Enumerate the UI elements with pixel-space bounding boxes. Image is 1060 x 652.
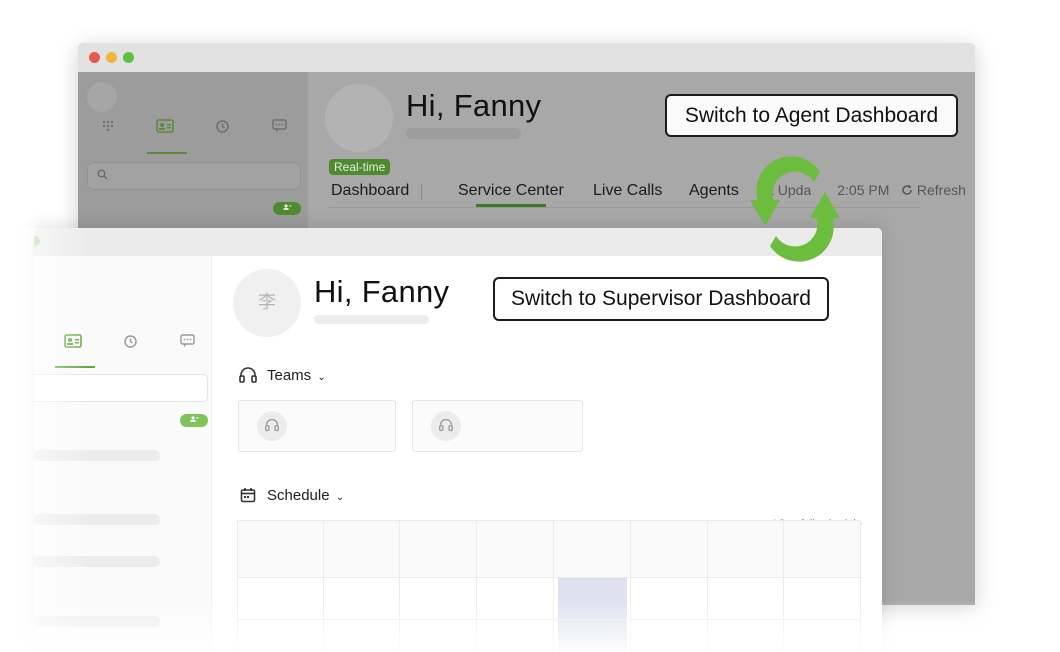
tab-live-calls[interactable]: Live Calls [593, 182, 662, 200]
switch-to-agent-button[interactable]: Switch to Agent Dashboard [665, 94, 958, 137]
schedule-row-divider [238, 577, 860, 578]
left-fade-overlay [0, 228, 90, 652]
swap-dashboards-icon [722, 148, 868, 272]
active-nav-indicator [147, 152, 187, 154]
greeting: Hi, Fanny [406, 88, 542, 123]
close-window-button[interactable] [89, 52, 100, 63]
refresh-label: Refresh [916, 182, 966, 198]
subtitle-placeholder [406, 128, 521, 139]
chevron-down-icon: ⌄ [317, 372, 326, 383]
maximize-window-button[interactable] [123, 52, 134, 63]
add-contact-button[interactable] [273, 202, 301, 215]
bottom-fade-overlay [0, 600, 1060, 652]
schedule-dropdown[interactable]: Schedule ⌄ [267, 487, 344, 504]
refresh-button[interactable]: Refresh [901, 182, 966, 198]
chat-icon[interactable] [272, 119, 287, 136]
avatar[interactable] [87, 82, 117, 112]
chevron-down-icon: ⌄ [335, 492, 345, 503]
refresh-icon [901, 182, 917, 198]
search-icon [97, 169, 108, 183]
subtitle-placeholder [314, 315, 429, 324]
schedule-label: Schedule [267, 487, 330, 504]
team-card[interactable] [412, 400, 583, 452]
headset-icon [257, 411, 287, 441]
tab-dashboard[interactable]: Dashboard [331, 182, 409, 200]
contacts-icon[interactable] [156, 119, 174, 136]
realtime-badge: Real-time [329, 159, 391, 175]
history-icon[interactable] [123, 334, 138, 352]
headset-icon [431, 411, 461, 441]
calendar-icon [240, 487, 256, 507]
agent-window: 李 Hi, Fanny Switch to Supervisor Dashboa… [34, 228, 882, 652]
teams-label: Teams [267, 367, 312, 384]
greeting: Hi, Fanny [314, 274, 450, 309]
dialpad-icon[interactable] [101, 119, 115, 136]
search-input[interactable] [87, 162, 301, 190]
history-icon[interactable] [215, 119, 230, 137]
add-contact-button[interactable] [180, 414, 208, 427]
window-titlebar [78, 43, 975, 72]
switch-to-supervisor-button[interactable]: Switch to Supervisor Dashboard [493, 277, 829, 321]
tab-divider [421, 184, 422, 200]
agent-main: 李 Hi, Fanny Switch to Supervisor Dashboa… [212, 256, 882, 652]
tab-service-center[interactable]: Service Center [458, 182, 564, 200]
headset-icon [238, 366, 258, 388]
avatar [325, 84, 393, 152]
minimize-window-button[interactable] [106, 52, 117, 63]
avatar: 李 [233, 269, 301, 337]
chat-icon[interactable] [180, 334, 195, 351]
team-card[interactable] [238, 400, 396, 452]
teams-dropdown[interactable]: Teams ⌄ [267, 367, 326, 384]
